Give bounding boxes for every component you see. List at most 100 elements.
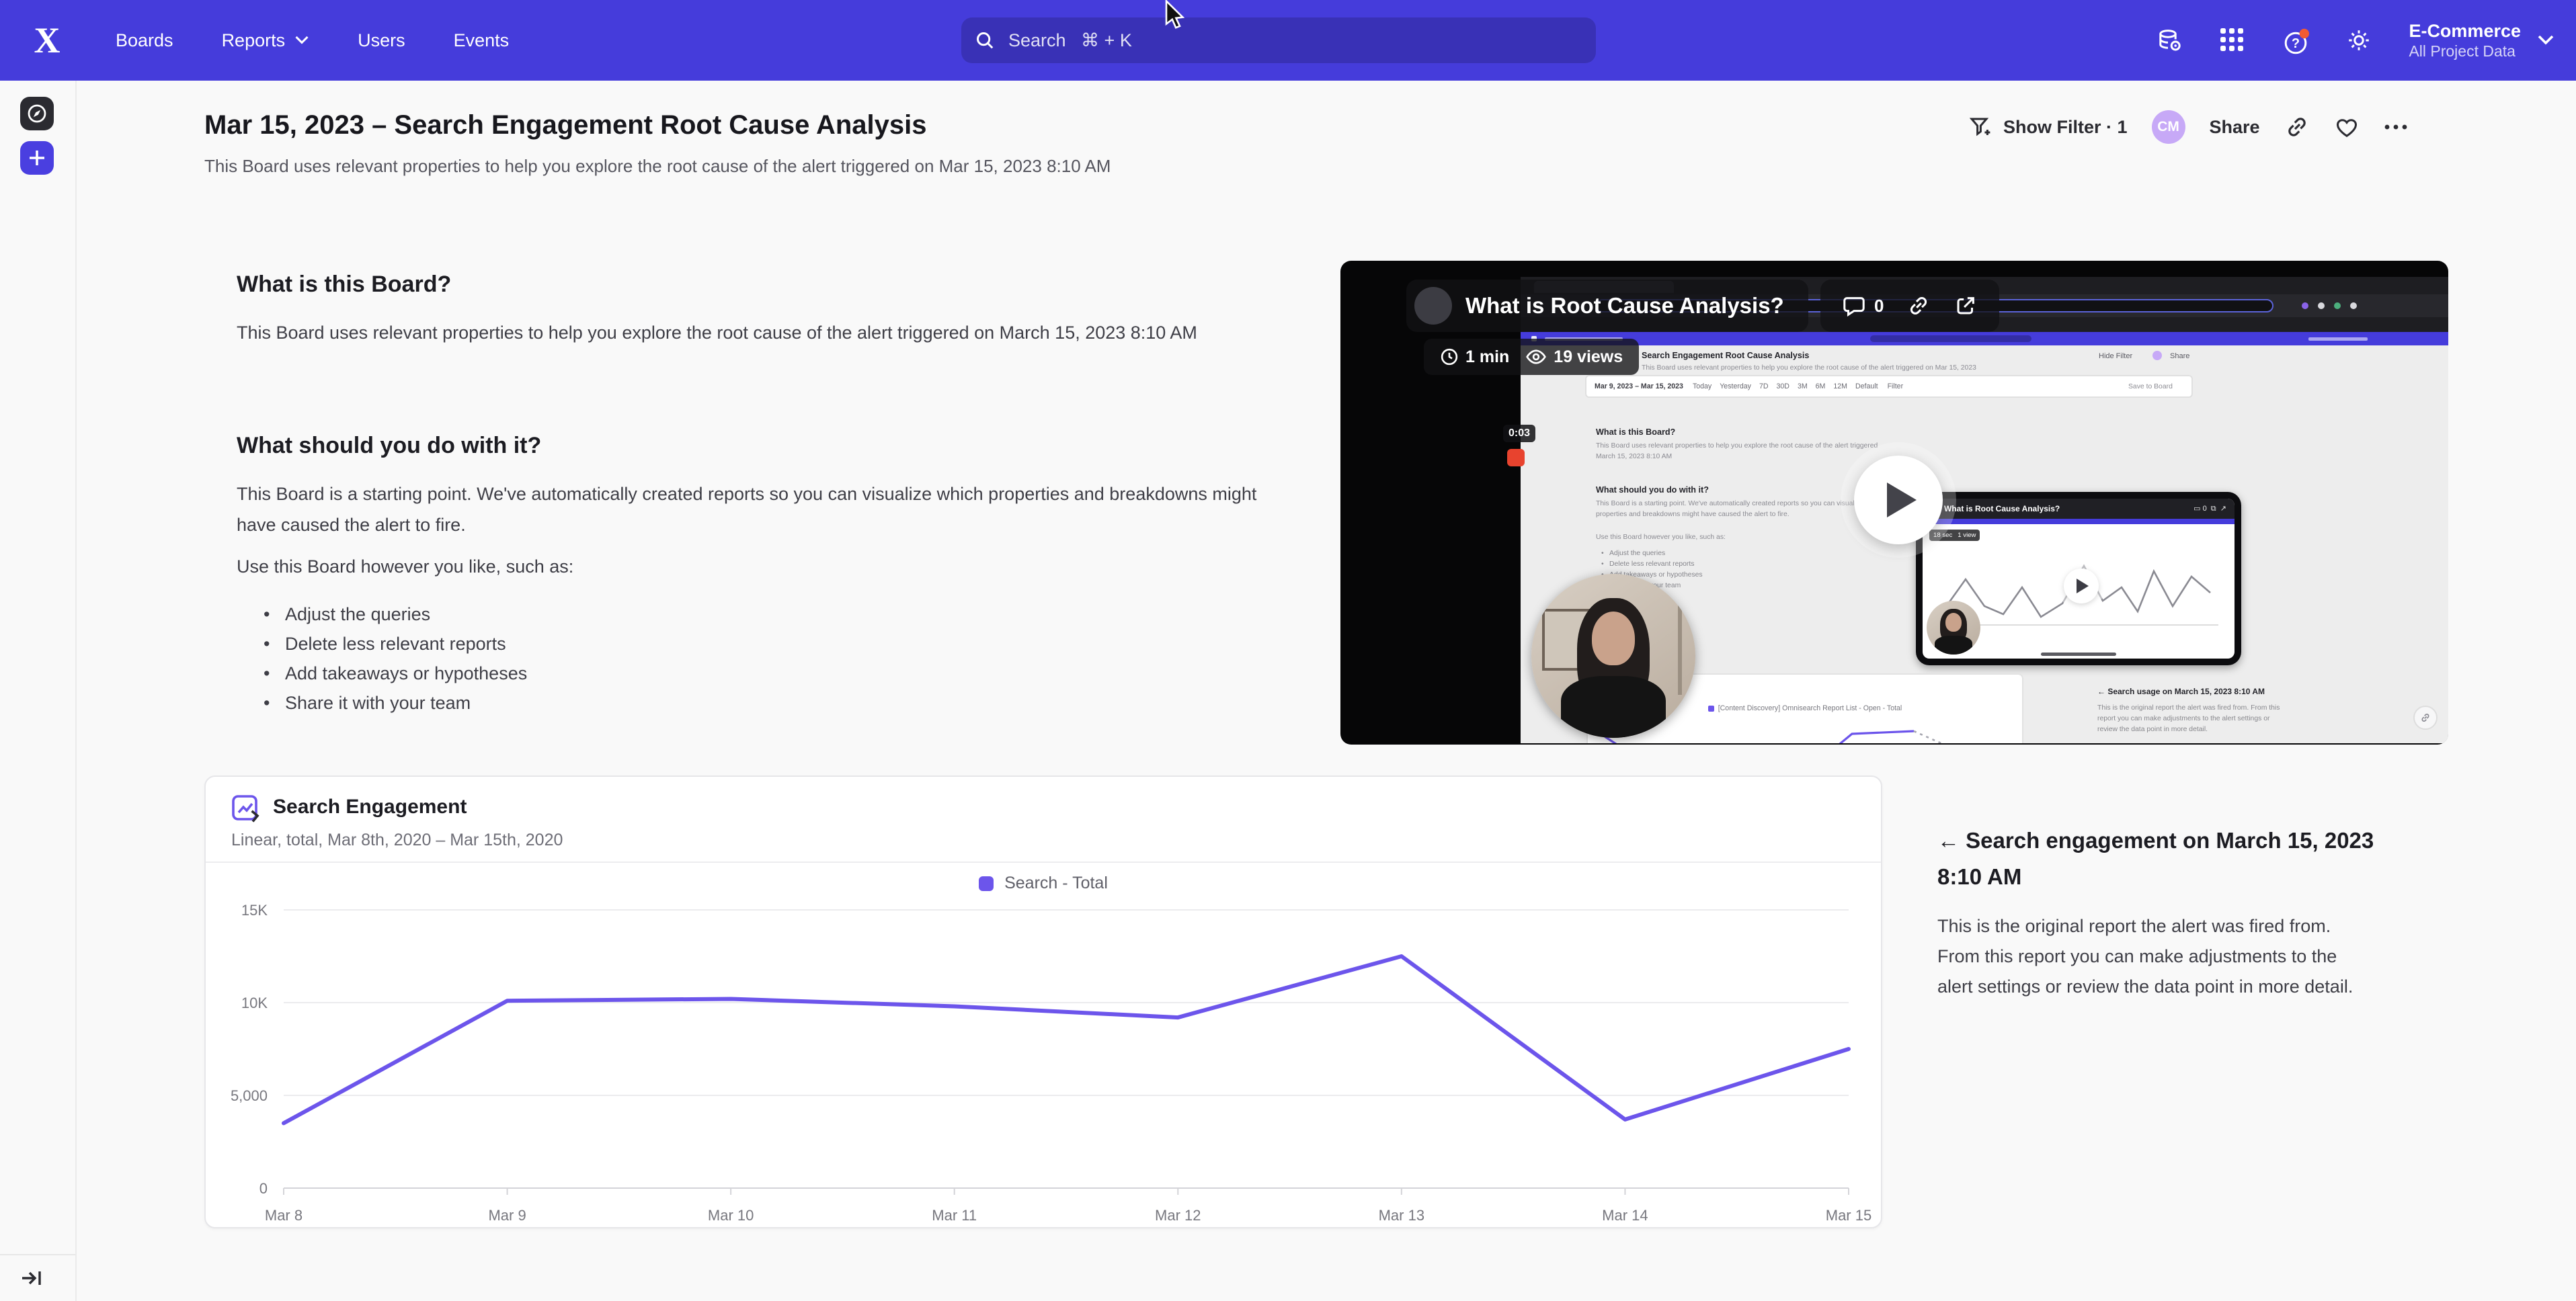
nav-item-boards[interactable]: Boards [116, 30, 173, 51]
mini-sec1-body: This Board uses relevant properties to h… [1596, 441, 1878, 462]
tablet-titlebar: What is Root Cause Analysis? ▭ 0 ⧉ ↗ [1923, 499, 2235, 519]
svg-text:Mar 14: Mar 14 [1602, 1207, 1648, 1224]
page-description: This Board uses relevant properties to h… [204, 156, 1111, 177]
video-title: What is Root Cause Analysis? [1465, 293, 1784, 319]
section2-body2: Use this Board however you like, such as… [237, 551, 1261, 582]
report-title: Search Engagement [273, 796, 467, 819]
create-new-button[interactable] [20, 141, 54, 175]
svg-text:0: 0 [259, 1180, 268, 1197]
eye-icon [1527, 351, 1545, 363]
svg-text:Mar 12: Mar 12 [1155, 1207, 1201, 1224]
discover-button[interactable] [20, 97, 54, 130]
more-options-button[interactable] [2384, 124, 2408, 130]
intro-bullet-list: Adjust the queriesDelete less relevant r… [264, 599, 527, 718]
video-actions-pill: 0 [1820, 280, 1999, 332]
video-play-button[interactable] [1854, 456, 1943, 544]
settings-gear-icon[interactable] [2345, 27, 2372, 54]
rail-footer [0, 1254, 75, 1301]
mini-save: Save to Board [2128, 382, 2173, 392]
presenter-webcam [1531, 574, 1695, 738]
section1-heading: What is this Board? [237, 271, 451, 298]
mini-sec2-title: What should you do with it? [1596, 485, 1709, 495]
video-stats-pill: 1 min 19 views [1424, 339, 1639, 375]
search-bar[interactable] [961, 17, 1596, 63]
svg-text:Mar 10: Mar 10 [708, 1207, 754, 1224]
svg-text:15K: 15K [241, 902, 268, 919]
share-label: Share [2210, 117, 2260, 138]
project-name: E-Commerce [2409, 20, 2521, 43]
mini-date-range: Mar 9, 2023 – Mar 15, 2023 [1595, 382, 1683, 390]
video-copy-link-button[interactable] [1906, 294, 1931, 318]
share-button[interactable]: Share [2210, 117, 2260, 138]
chart-legend: Search - Total [206, 874, 1881, 893]
link-icon [1912, 298, 1926, 313]
chevron-down-icon [2537, 34, 2554, 46]
aside-title: ← Search engagement on March 15, 2023 8:… [1937, 823, 2381, 895]
mini-hide-filter: Hide Filter [2099, 352, 2132, 360]
mini-range-30d: 30D [1774, 381, 1792, 392]
notification-dot [2300, 29, 2309, 38]
svg-text:?: ? [2292, 36, 2300, 51]
svg-text:Mar 8: Mar 8 [265, 1207, 303, 1224]
video-duration: 1 min [1465, 347, 1509, 367]
nav-item-reports[interactable]: Reports [222, 30, 310, 51]
mini-sec1-title: What is this Board? [1596, 427, 1675, 437]
project-scope: All Project Data [2409, 42, 2521, 60]
mini-app-nav [1521, 332, 2448, 345]
report-card[interactable]: Search Engagement Linear, total, Mar 8th… [204, 775, 1882, 1228]
nav-item-users[interactable]: Users [358, 30, 405, 51]
project-selector[interactable]: E-Commerce All Project Data [2409, 20, 2554, 61]
mini-aside-title: ← Search usage on March 15, 2023 8:10 AM [2097, 685, 2280, 698]
svg-text:Mar 9: Mar 9 [488, 1207, 526, 1224]
mixpanel-logo-icon[interactable]: X [27, 22, 67, 58]
svg-text:10K: 10K [241, 995, 268, 1011]
ellipsis-icon [2384, 124, 2408, 130]
report-subtitle: Linear, total, Mar 8th, 2020 – Mar 15th,… [231, 831, 563, 850]
favorite-button[interactable] [2334, 114, 2360, 140]
mini-range-7d: 7D [1757, 381, 1771, 392]
mini-range-6m: 6M [1813, 381, 1828, 392]
mini-range-12m: 12M [1830, 381, 1850, 392]
primary-nav: Boards Reports Users Events [116, 30, 509, 51]
mini-avatar [2152, 351, 2162, 360]
chevron-down-icon [294, 35, 309, 46]
mini-board-desc: This Board uses relevant properties to h… [1642, 363, 1976, 374]
nav-item-events[interactable]: Events [454, 30, 510, 51]
comment-icon [1845, 298, 1863, 315]
card-divider [206, 862, 1881, 863]
board-toolbar: Show Filter · 1 CM Share [1968, 110, 2408, 144]
external-link-icon [1958, 298, 1973, 313]
user-avatar[interactable]: CM [2152, 110, 2185, 144]
video-comments-button[interactable]: 0 [1842, 294, 1884, 318]
show-filter-button[interactable]: Show Filter · 1 [1968, 115, 2128, 139]
copy-link-button[interactable] [2284, 114, 2310, 140]
legend-swatch [979, 876, 994, 891]
video-player[interactable]: Search Engagement Root Cause Analysis Th… [1340, 261, 2448, 745]
intro-bullet: Adjust the queries [264, 599, 527, 629]
mini-aside-body: This is the original report the alert wa… [2097, 703, 2280, 735]
app-root: X BoardsReportsUsersEvents ? E-Com [0, 0, 2576, 1301]
top-nav: X BoardsReportsUsersEvents ? E-Com [0, 0, 2576, 81]
tablet-duration: 18 sec [1933, 532, 1952, 539]
tablet-webcam [1927, 601, 1980, 655]
video-open-external-button[interactable] [1954, 294, 1978, 318]
search-input[interactable] [1006, 29, 1582, 52]
recording-time-badge: 0:03 [1503, 425, 1535, 442]
data-management-icon[interactable] [2156, 27, 2183, 54]
page-title: Mar 15, 2023 – Search Engagement Root Ca… [204, 110, 927, 140]
help-icon[interactable]: ? [2282, 27, 2309, 54]
intro-bullet: Delete less relevant reports [264, 629, 527, 659]
mini-float-link-button [2413, 706, 2438, 730]
svg-text:5,000: 5,000 [231, 1087, 268, 1104]
filter-plus-icon [1968, 115, 1993, 139]
intro-bullet: Add takeaways or hypotheses [264, 659, 527, 688]
video-author-avatar [1414, 287, 1452, 325]
video-views: 19 views [1554, 347, 1623, 367]
svg-text:Mar 13: Mar 13 [1379, 1207, 1424, 1224]
expand-sidebar-button[interactable] [20, 1268, 43, 1288]
section1-body: This Board uses relevant properties to h… [237, 317, 1238, 348]
apps-grid-icon[interactable] [2219, 27, 2246, 54]
mini-bullet: Delete less relevant reports [1601, 559, 1703, 570]
show-filter-label: Show Filter · 1 [2003, 117, 2128, 138]
mini-range-today: Today [1690, 381, 1714, 392]
